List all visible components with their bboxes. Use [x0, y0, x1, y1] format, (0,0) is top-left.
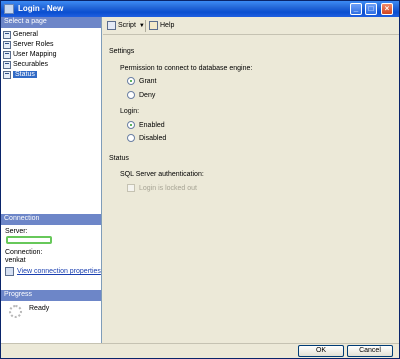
page-item-general[interactable]: General [3, 29, 57, 39]
ok-button[interactable]: OK [298, 345, 344, 357]
page-label: User Mapping [13, 50, 57, 58]
radio-disabled[interactable]: Disabled [127, 134, 166, 142]
connection-label: Connection: [5, 249, 43, 256]
radio-deny[interactable]: Deny [127, 91, 155, 99]
connection-value: venkat [5, 257, 26, 264]
status-heading: Status [109, 155, 129, 162]
sql-auth-label: SQL Server authentication: [120, 171, 204, 178]
script-button[interactable]: Script ▼ [107, 21, 145, 30]
page-icon [3, 40, 11, 49]
left-pane: Select a page General Server Roles User … [1, 17, 102, 343]
locked-out-label: Login is locked out [139, 184, 197, 192]
script-label: Script [118, 22, 136, 29]
page-label: General [13, 30, 38, 38]
view-connection-properties-link[interactable]: View connection properties [5, 267, 101, 276]
radio-deny-label: Deny [139, 91, 156, 99]
toolbar: Script ▼ Help [103, 17, 399, 35]
close-button[interactable]: × [381, 3, 393, 15]
minimize-button[interactable]: _ [350, 3, 362, 15]
maximize-button[interactable]: □ [365, 3, 377, 15]
progress-header: Progress [1, 290, 101, 301]
server-label: Server: [5, 228, 28, 235]
locked-out-checkbox[interactable]: Login is locked out [127, 184, 197, 192]
help-icon [149, 21, 158, 30]
page-item-user-mapping[interactable]: User Mapping [3, 49, 57, 59]
page-icon [3, 50, 11, 59]
radio-disabled-label: Disabled [139, 134, 167, 142]
title-bar[interactable]: Login - New _ □ × [1, 1, 399, 17]
connection-properties-icon [5, 267, 14, 276]
view-connection-properties-text[interactable]: View connection properties [17, 268, 101, 275]
radio-grant-label: Grant [139, 77, 157, 85]
locked-out-checkbox-box[interactable] [127, 184, 135, 192]
radio-enabled[interactable]: Enabled [127, 121, 165, 129]
chevron-down-icon[interactable]: ▼ [139, 23, 145, 29]
app-icon [4, 4, 14, 14]
page-item-status[interactable]: Status [3, 69, 57, 79]
page-icon [3, 30, 11, 39]
radio-enabled-indicator[interactable] [127, 121, 135, 129]
page-label: Securables [13, 60, 49, 68]
page-label: Server Roles [13, 40, 54, 48]
progress-status: Ready [29, 305, 50, 312]
page-item-server-roles[interactable]: Server Roles [3, 39, 57, 49]
login-label: Login: [120, 108, 140, 115]
window-title: Login - New [18, 4, 64, 13]
connection-header: Connection [1, 214, 101, 225]
right-pane: Script ▼ Help Settings Permission to con… [103, 17, 399, 343]
dialog-button-bar: OK Cancel [1, 343, 399, 358]
permission-label: Permission to connect to database engine… [120, 65, 253, 72]
server-value [6, 236, 52, 244]
login-new-window: Login - New _ □ × Select a page General … [0, 0, 400, 359]
page-label: Status [13, 70, 37, 78]
page-icon [3, 60, 11, 69]
page-icon [3, 70, 11, 79]
radio-grant-indicator[interactable] [127, 77, 135, 85]
radio-disabled-indicator[interactable] [127, 134, 135, 142]
page-item-securables[interactable]: Securables [3, 59, 57, 69]
page-list: General Server Roles User Mapping Secura… [3, 29, 57, 79]
radio-deny-indicator[interactable] [127, 91, 135, 99]
radio-grant[interactable]: Grant [127, 77, 157, 85]
settings-heading: Settings [109, 48, 135, 55]
progress-spinner-icon [9, 305, 22, 318]
select-page-header: Select a page [1, 17, 101, 28]
cancel-button[interactable]: Cancel [347, 345, 393, 357]
toolbar-separator [145, 20, 146, 32]
script-icon [107, 21, 116, 30]
help-label: Help [160, 22, 175, 29]
help-button[interactable]: Help [149, 21, 174, 30]
radio-enabled-label: Enabled [139, 121, 165, 129]
